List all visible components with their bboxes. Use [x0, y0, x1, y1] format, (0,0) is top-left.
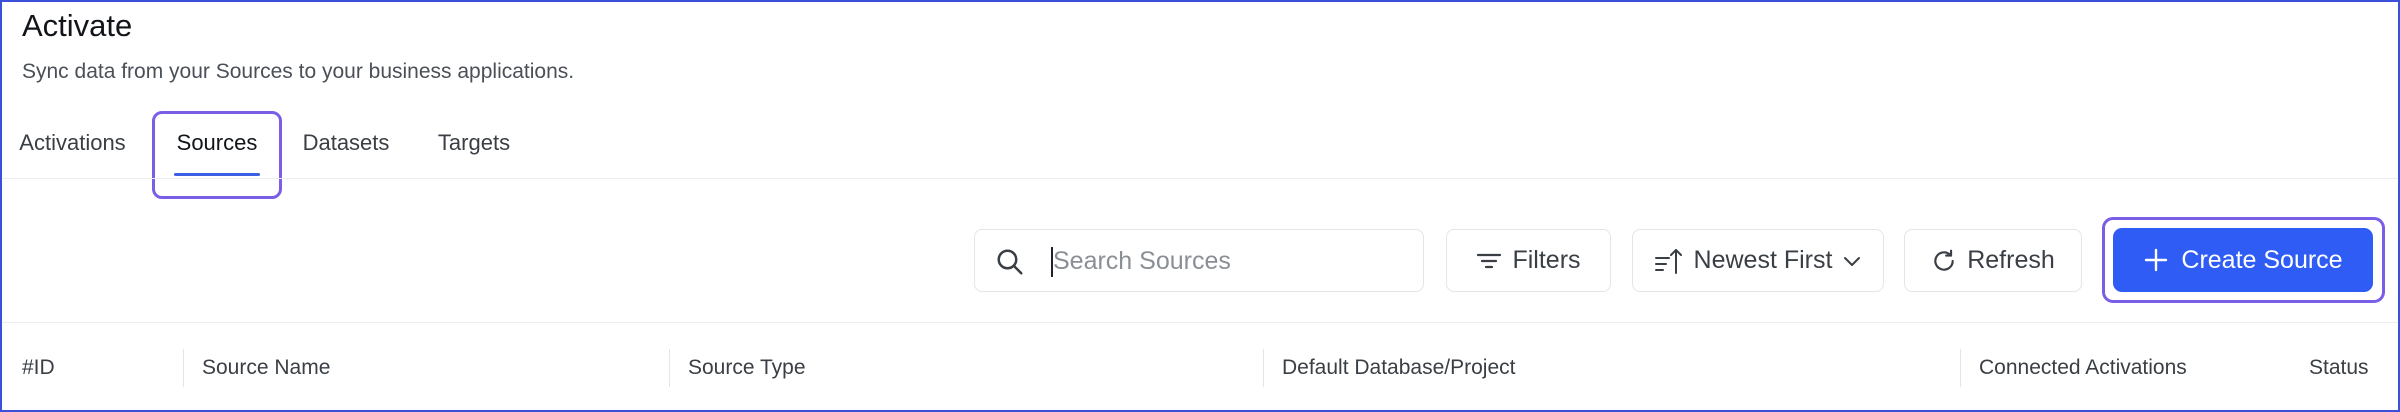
column-separator: [183, 349, 184, 387]
refresh-icon: [1934, 249, 1954, 271]
column-header-id[interactable]: #ID: [22, 356, 55, 380]
sort-dropdown[interactable]: Newest First: [1632, 229, 1884, 292]
column-header-status[interactable]: Status: [2309, 356, 2369, 380]
column-separator: [1960, 349, 1961, 387]
tab-label: Activations: [19, 130, 126, 155]
chevron-down-icon: [1844, 256, 1861, 266]
create-source-button[interactable]: Create Source: [2113, 228, 2373, 292]
column-header-source-type[interactable]: Source Type: [688, 356, 806, 380]
filter-icon: [1477, 253, 1502, 268]
search-icon: [997, 249, 1023, 275]
filters-button[interactable]: Filters: [1446, 229, 1611, 292]
plus-icon: [2145, 248, 2168, 272]
create-source-label: Create Source: [2181, 245, 2343, 274]
page-subtitle: Sync data from your Sources to your busi…: [22, 60, 575, 83]
tab-datasets[interactable]: Datasets: [290, 108, 402, 178]
sort-icon: [1654, 248, 1682, 274]
column-header-source-name[interactable]: Source Name: [202, 356, 330, 380]
tab-activations[interactable]: Activations: [0, 108, 145, 178]
filters-label: Filters: [1512, 246, 1581, 274]
column-header-default-database[interactable]: Default Database/Project: [1282, 356, 1515, 380]
sort-label: Newest First: [1693, 246, 1833, 274]
tab-label: Targets: [437, 130, 511, 155]
tab-focus-highlight: [152, 111, 282, 199]
refresh-label: Refresh: [1967, 246, 2055, 274]
column-separator: [669, 349, 670, 387]
toolbar-divider: [2, 322, 2398, 323]
refresh-button[interactable]: Refresh: [1904, 229, 2082, 292]
tab-label: Datasets: [302, 130, 390, 155]
page-title: Activate: [22, 8, 133, 43]
column-header-connected-activations[interactable]: Connected Activations: [1979, 356, 2187, 380]
search-box[interactable]: [974, 229, 1424, 292]
tab-bar: Activations Sources Datasets Targets: [0, 108, 2400, 178]
tabs-divider: [2, 178, 2398, 179]
search-input[interactable]: [1053, 238, 1413, 284]
tab-targets[interactable]: Targets: [422, 108, 526, 178]
column-separator: [1263, 349, 1264, 387]
